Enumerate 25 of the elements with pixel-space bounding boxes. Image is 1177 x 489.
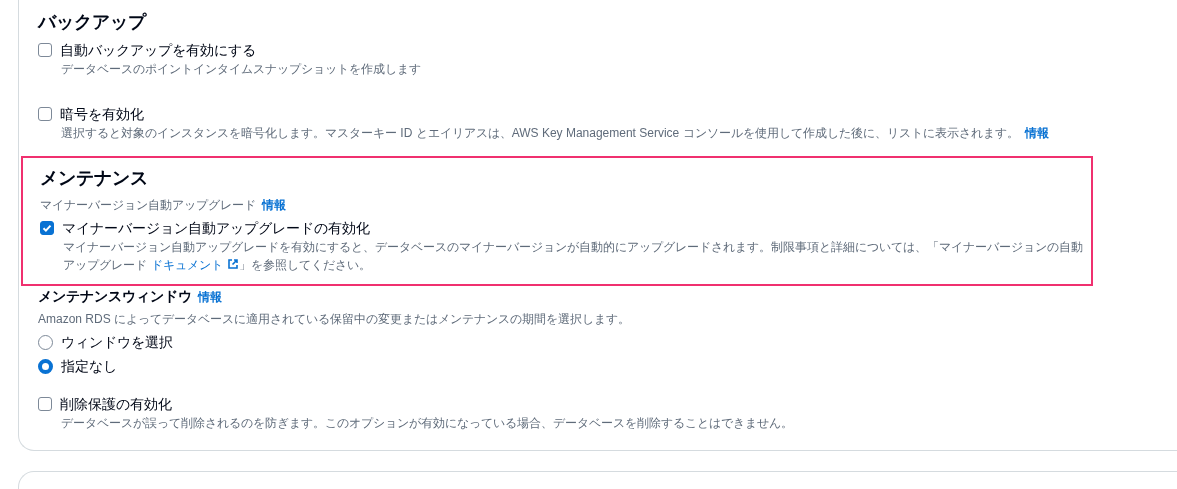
option-description: データベースのポイントインタイムスナップショットを作成します (61, 62, 421, 76)
radio-label: ウィンドウを選択 (61, 333, 173, 352)
info-link[interactable]: 情報 (1024, 126, 1049, 140)
option-description: 選択すると対象のインスタンスを暗号化します。マスターキー ID とエイリアスは、AWS Key Management Service コンソールを使用して作成した後に、リストに表示されます。 (61, 126, 1019, 140)
option-description: データベースが誤って削除されるのを防ぎます。このオプションが有効になっている場合、データベースを削除することはできません。 (61, 415, 794, 432)
checkbox[interactable] (38, 43, 52, 57)
info-link[interactable]: 情報 (198, 289, 222, 306)
radio-button[interactable] (38, 358, 53, 374)
radio-label: 指定なし (61, 357, 117, 376)
documentation-link[interactable]: ドキュメント (151, 258, 239, 272)
checkbox-label: 自動バックアップを有効にする (60, 41, 256, 60)
checkbox-label: 削除保護の有効化 (60, 395, 172, 414)
external-link-icon (227, 258, 239, 270)
checkbox-label: マイナーバージョン自動アップグレードの有効化 (62, 219, 370, 238)
field-description: Amazon RDS によってデータベースに適用されている保留中の変更またはメンテナンスの期間を選択します。 (38, 311, 632, 328)
field-label: マイナーバージョン自動アップグレード (40, 197, 256, 214)
option-description: マイナーバージョン自動アップグレードを有効にすると、データベースのマイナーバージョンが自動的にアップグレードされます。制限事項と詳細については、「マイナーバージョンの自動アップグレード ドキュメント 」を参照してください。 (63, 239, 1083, 274)
field-label: メンテナンスウィンドウ (38, 288, 192, 306)
checkbox[interactable] (40, 221, 54, 235)
checkbox-label: 暗号を有効化 (60, 105, 144, 124)
info-link[interactable]: 情報 (262, 197, 286, 214)
checkbox[interactable] (38, 397, 52, 411)
section-title: バックアップ (38, 11, 148, 34)
section-title: メンテナンス (40, 167, 149, 190)
checkbox[interactable] (38, 107, 52, 121)
